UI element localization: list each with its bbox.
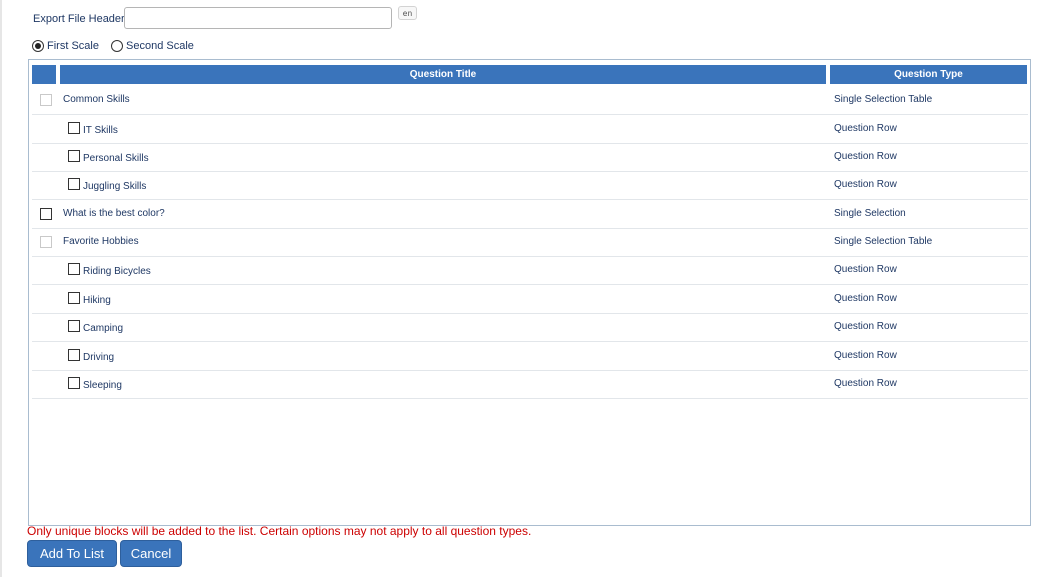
left-edge	[0, 0, 2, 577]
radio-first-scale-button[interactable]	[32, 40, 44, 52]
table-row: Camping Question Row	[32, 313, 1028, 342]
question-type: Single Selection	[834, 208, 906, 219]
table-row: Riding Bicycles Question Row	[32, 256, 1028, 285]
question-type: Single Selection Table	[834, 236, 933, 247]
question-type: Question Row	[834, 123, 897, 134]
header-question-type: Question Type	[830, 65, 1027, 84]
table-row: Favorite Hobbies Single Selection Table	[32, 228, 1028, 257]
question-title: Driving	[83, 352, 115, 363]
question-title: Favorite Hobbies	[63, 236, 139, 247]
question-type: Single Selection Table	[834, 94, 933, 105]
row-checkbox[interactable]	[68, 263, 80, 275]
header-select-column	[32, 65, 56, 84]
export-file-header-input[interactable]	[124, 7, 392, 29]
row-checkbox[interactable]	[68, 178, 80, 190]
header-question-title: Question Title	[60, 65, 826, 84]
export-file-header-label: Export File Header	[33, 13, 125, 25]
language-badge[interactable]: en	[398, 6, 417, 20]
question-type: Question Row	[834, 151, 897, 162]
table-row: What is the best color? Single Selection	[32, 200, 1028, 229]
radio-first-scale-label: First Scale	[47, 40, 99, 52]
question-title: Camping	[83, 323, 124, 334]
cancel-button[interactable]: Cancel	[120, 540, 182, 567]
add-to-list-button[interactable]: Add To List	[27, 540, 117, 567]
row-checkbox	[40, 236, 52, 248]
table-row: Hiking Question Row	[32, 285, 1028, 314]
question-type: Question Row	[834, 321, 897, 332]
radio-second-scale-label: Second Scale	[126, 40, 194, 52]
radio-second-scale[interactable]: Second Scale	[111, 38, 194, 54]
row-checkbox[interactable]	[68, 292, 80, 304]
radio-first-scale[interactable]: First Scale	[32, 38, 99, 54]
table-row: Driving Question Row	[32, 342, 1028, 371]
question-type: Question Row	[834, 350, 897, 361]
question-title: What is the best color?	[63, 208, 165, 219]
row-checkbox	[40, 94, 52, 106]
table-row: Personal Skills Question Row	[32, 143, 1028, 172]
table-row: Sleeping Question Row	[32, 370, 1028, 399]
question-title: Personal Skills	[83, 153, 149, 164]
row-checkbox[interactable]	[68, 320, 80, 332]
row-checkbox[interactable]	[68, 349, 80, 361]
question-table-panel: Question Title Question Type Common Skil…	[28, 59, 1031, 526]
row-checkbox[interactable]	[68, 150, 80, 162]
question-type: Question Row	[834, 293, 897, 304]
question-type: Question Row	[834, 179, 897, 190]
radio-second-scale-button[interactable]	[111, 40, 123, 52]
question-title: IT Skills	[83, 125, 118, 136]
row-checkbox[interactable]	[40, 208, 52, 220]
question-title: Riding Bicycles	[83, 266, 151, 277]
question-type: Question Row	[834, 378, 897, 389]
question-title: Sleeping	[83, 380, 122, 391]
table-row: Juggling Skills Question Row	[32, 171, 1028, 200]
table-row: Common Skills Single Selection Table	[32, 86, 1028, 115]
question-title: Hiking	[83, 295, 111, 306]
question-title: Juggling Skills	[83, 181, 147, 192]
row-checkbox[interactable]	[68, 377, 80, 389]
question-title: Common Skills	[63, 94, 130, 105]
notice-text: Only unique blocks will be added to the …	[27, 524, 532, 538]
row-checkbox[interactable]	[68, 122, 80, 134]
question-type: Question Row	[834, 264, 897, 275]
table-row: IT Skills Question Row	[32, 115, 1028, 144]
